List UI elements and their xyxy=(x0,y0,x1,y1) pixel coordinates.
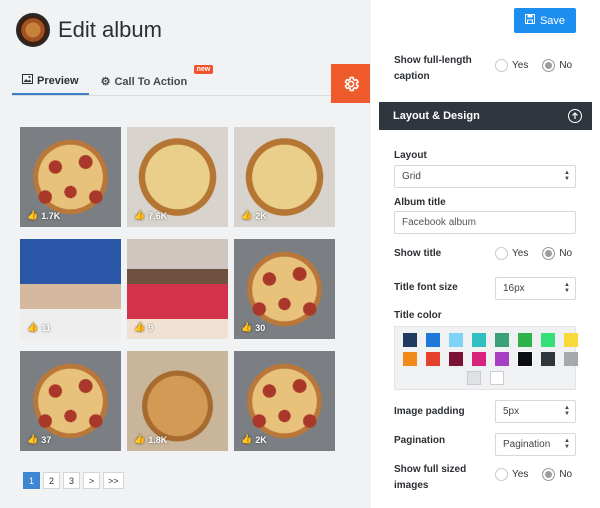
album-title-input[interactable]: Facebook album xyxy=(394,211,576,234)
next-page-button[interactable]: > xyxy=(83,472,100,489)
color-swatch[interactable] xyxy=(426,352,440,366)
pagination: 1 2 3 > >> xyxy=(23,472,127,489)
thumbs-up-icon: 👍 xyxy=(27,322,39,332)
photo-tile[interactable]: 👍 9 xyxy=(127,239,228,339)
radio-no[interactable] xyxy=(542,468,556,481)
save-button[interactable]: Save xyxy=(514,8,576,33)
tab-label: Preview xyxy=(37,74,79,87)
floppy-disk-icon xyxy=(524,14,535,27)
color-swatch[interactable] xyxy=(472,352,486,366)
show-caption-radio-group: Yes No xyxy=(495,59,572,72)
color-swatch[interactable] xyxy=(495,352,509,366)
color-swatch[interactable] xyxy=(403,333,417,347)
title-font-size-label: Title font size xyxy=(394,282,458,293)
album-title-label: Album title xyxy=(394,197,446,208)
page-title: Edit album xyxy=(58,17,162,42)
like-count: 👍 9 xyxy=(134,322,154,333)
thumbs-up-icon: 👍 xyxy=(134,322,146,332)
pagination-label: Pagination xyxy=(394,435,446,446)
show-caption-label: Show full-length caption xyxy=(394,55,472,82)
photo-tile[interactable]: 👍 11 xyxy=(20,239,121,339)
color-swatch[interactable] xyxy=(449,333,463,347)
title-font-size-select[interactable]: 16px ▲ ▼ xyxy=(495,277,576,300)
select-arrows-icon: ▲ ▼ xyxy=(564,438,570,450)
color-palette xyxy=(394,326,578,390)
thumbs-up-icon: 👍 xyxy=(241,434,253,444)
layout-label: Layout xyxy=(394,150,427,161)
title-color-label: Title color xyxy=(394,310,442,321)
select-arrows-icon: ▲ ▼ xyxy=(564,170,570,182)
gear-icon xyxy=(343,76,359,91)
chevron-up-icon[interactable] xyxy=(568,109,582,123)
color-swatch[interactable] xyxy=(403,352,417,366)
page-button-1[interactable]: 1 xyxy=(23,472,40,489)
like-count: 👍 7.6K xyxy=(134,210,168,221)
photo-tile[interactable]: 👍 7.6K xyxy=(127,127,228,227)
color-swatch[interactable] xyxy=(495,333,509,347)
color-swatch[interactable] xyxy=(517,351,533,367)
pagination-select[interactable]: Pagination ▲ ▼ xyxy=(495,433,576,456)
image-padding-label: Image padding xyxy=(394,406,465,417)
radio-yes[interactable] xyxy=(495,59,508,72)
select-arrows-icon: ▲ ▼ xyxy=(564,282,570,294)
color-swatch[interactable] xyxy=(467,371,481,385)
color-swatch[interactable] xyxy=(426,333,440,347)
like-count: 👍 1.7K xyxy=(27,210,61,221)
layout-design-section-header[interactable]: Layout & Design xyxy=(379,102,592,130)
select-arrows-icon: ▲ ▼ xyxy=(564,405,570,417)
radio-yes[interactable] xyxy=(495,247,508,260)
like-count: 👍 37 xyxy=(27,434,52,445)
page-button-3[interactable]: 3 xyxy=(63,472,80,489)
like-count: 👍 2K xyxy=(241,434,267,445)
tab-preview[interactable]: Preview xyxy=(12,68,89,95)
thumbs-up-icon: 👍 xyxy=(241,322,253,332)
last-page-button[interactable]: >> xyxy=(103,472,124,489)
layout-select[interactable]: Grid ▲ ▼ xyxy=(394,165,576,188)
like-count: 👍 1.8K xyxy=(134,434,168,445)
color-swatch[interactable] xyxy=(518,333,532,347)
show-full-images-label: Show full sized images xyxy=(394,464,467,491)
like-count: 👍 11 xyxy=(27,322,51,333)
settings-sidebar: Save Show full-length caption Yes No Lay… xyxy=(371,0,600,508)
settings-button[interactable] xyxy=(331,64,370,103)
like-count: 👍 2K xyxy=(241,210,267,221)
image-padding-select[interactable]: 5px ▲ ▼ xyxy=(495,400,576,423)
album-header: Edit album xyxy=(16,13,162,47)
tab-call-to-action[interactable]: ⚙ Call To Action new xyxy=(91,65,214,95)
show-full-images-radio-group: Yes No xyxy=(495,468,572,481)
color-swatch[interactable] xyxy=(564,333,578,347)
thumbs-up-icon: 👍 xyxy=(134,210,146,220)
thumbs-up-icon: 👍 xyxy=(134,434,146,444)
color-swatch[interactable] xyxy=(490,371,504,385)
new-badge: new xyxy=(193,65,214,74)
color-swatch[interactable] xyxy=(564,352,578,366)
thumbs-up-icon: 👍 xyxy=(27,434,39,444)
photo-tile[interactable]: 👍 2K xyxy=(234,127,335,227)
radio-no[interactable] xyxy=(542,247,556,260)
tab-label: Call To Action xyxy=(114,75,188,88)
radio-yes[interactable] xyxy=(495,468,508,481)
thumbs-up-icon: 👍 xyxy=(27,210,39,220)
radio-no[interactable] xyxy=(542,59,556,72)
page-button-2[interactable]: 2 xyxy=(43,472,60,489)
photo-tile[interactable]: 👍 2K xyxy=(234,351,335,451)
show-title-label: Show title xyxy=(394,248,442,259)
color-swatch[interactable] xyxy=(472,333,486,347)
color-swatch[interactable] xyxy=(541,352,555,366)
color-swatch[interactable] xyxy=(541,333,555,347)
photo-tile[interactable]: 👍 30 xyxy=(234,239,335,339)
tab-bar: Preview ⚙ Call To Action new xyxy=(12,65,359,96)
photo-tile[interactable]: 👍 1.8K xyxy=(127,351,228,451)
color-swatch[interactable] xyxy=(449,352,463,366)
album-avatar xyxy=(16,13,50,47)
thumbs-up-icon: 👍 xyxy=(241,210,253,220)
preview-panel: Edit album Preview ⚙ Call To Action new … xyxy=(0,0,371,508)
photo-tile[interactable]: 👍 1.7K xyxy=(20,127,121,227)
cog-icon: ⚙ xyxy=(100,76,111,88)
photo-tile[interactable]: 👍 37 xyxy=(20,351,121,451)
show-title-radio-group: Yes No xyxy=(495,247,572,260)
like-count: 👍 30 xyxy=(241,322,266,333)
image-icon xyxy=(22,74,33,87)
